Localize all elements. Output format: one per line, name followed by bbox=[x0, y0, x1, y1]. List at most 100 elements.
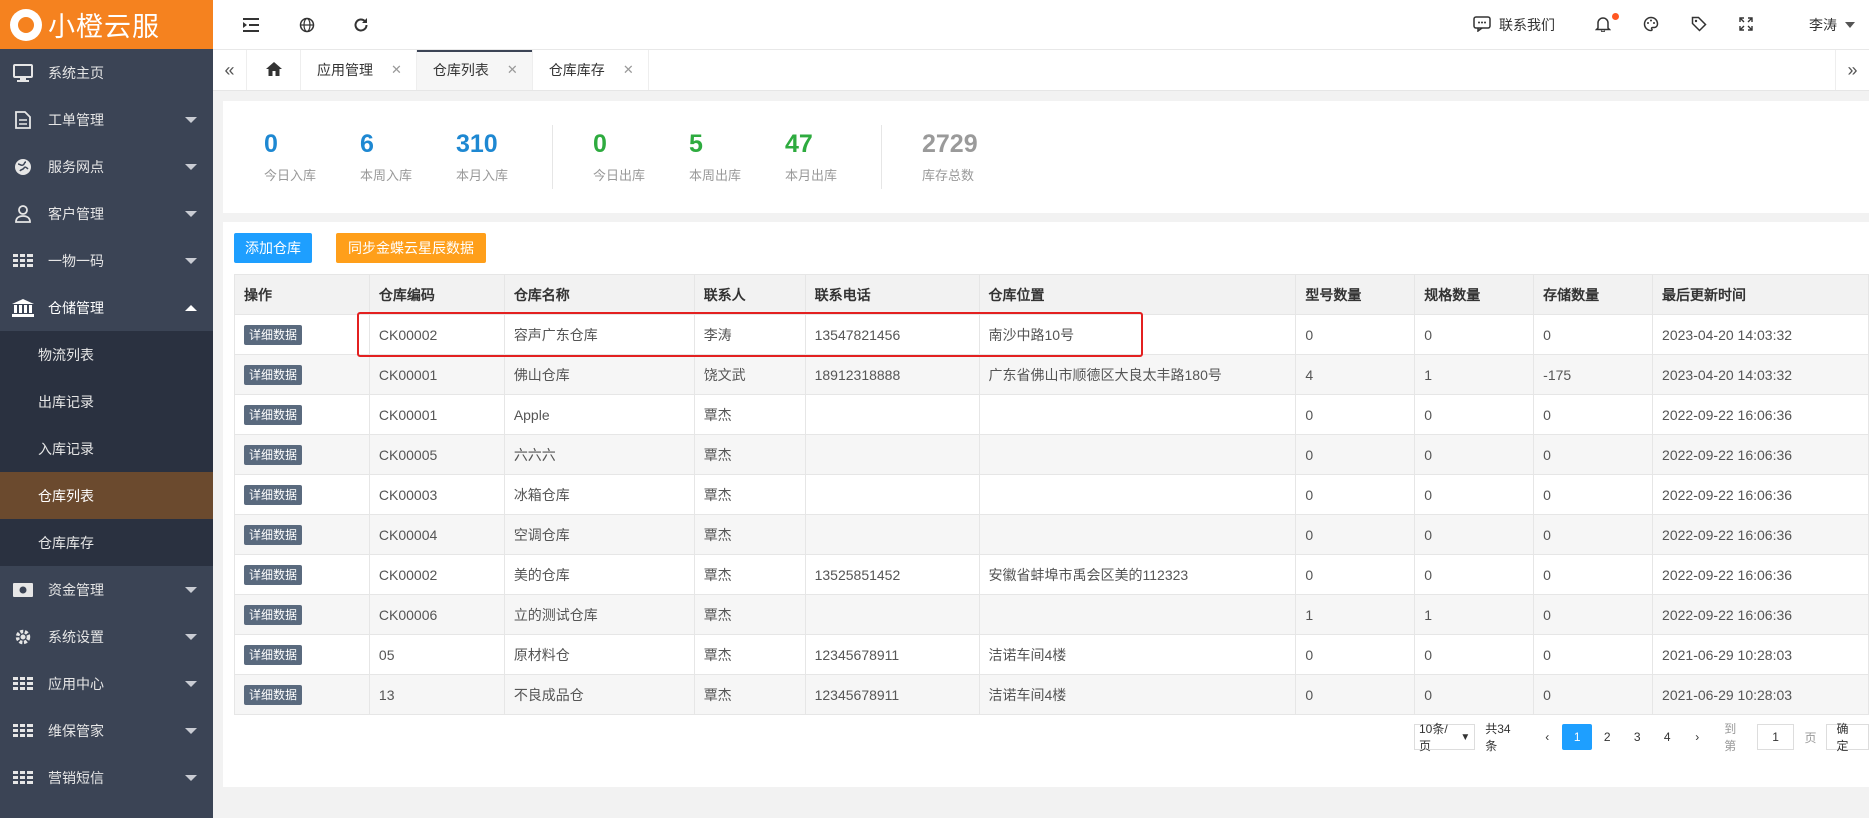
table-cell: 0 bbox=[1533, 314, 1654, 355]
refresh-icon[interactable] bbox=[351, 15, 371, 35]
brand-logo[interactable]: 小橙云服 bbox=[0, 0, 213, 49]
table-cell: Apple bbox=[503, 394, 695, 435]
notification-button[interactable] bbox=[1594, 12, 1619, 35]
table-cell: 12345678911 bbox=[804, 634, 980, 675]
table-cell: 容声广东仓库 bbox=[503, 314, 695, 355]
detail-data-button[interactable]: 详细数据 bbox=[244, 644, 303, 665]
user-icon bbox=[12, 204, 34, 223]
stat-value: 310 bbox=[456, 130, 498, 158]
theme-button[interactable] bbox=[1643, 16, 1659, 35]
close-icon[interactable]: ✕ bbox=[507, 62, 518, 78]
page-button-4[interactable]: 4 bbox=[1652, 724, 1682, 750]
fullscreen-button[interactable] bbox=[1739, 16, 1753, 34]
detail-data-button[interactable]: 详细数据 bbox=[244, 684, 303, 705]
table-cell bbox=[978, 474, 1297, 515]
table-cell: CK00005 bbox=[368, 434, 505, 475]
page-size-select[interactable]: 10条/页 ▼ bbox=[1414, 722, 1476, 753]
add-warehouse-button[interactable]: 添加仓库 bbox=[234, 233, 312, 263]
goto-page-input[interactable]: 1 bbox=[1756, 724, 1795, 750]
table-row: 详细数据 CK00002 美的仓库 覃杰 13525851452 安徽省蚌埠市禹会区美的1… bbox=[234, 554, 1869, 595]
tag-button[interactable] bbox=[1691, 16, 1707, 35]
tab-warehouse-stock[interactable]: 仓库库存 ✕ bbox=[533, 50, 649, 90]
submenu-item-logistics[interactable]: 物流列表 bbox=[0, 331, 213, 378]
table-cell: 0 bbox=[1533, 674, 1654, 715]
submenu-item-inbound[interactable]: 入库记录 bbox=[0, 425, 213, 472]
table-cell: CK00002 bbox=[368, 314, 505, 355]
submenu-item-outbound[interactable]: 出库记录 bbox=[0, 378, 213, 425]
detail-data-button[interactable]: 详细数据 bbox=[244, 444, 303, 465]
stat-value: 0 bbox=[593, 130, 607, 158]
sidebar-item-funds[interactable]: 资金管理 bbox=[0, 566, 213, 613]
detail-data-button[interactable]: 详细数据 bbox=[244, 404, 303, 425]
table-cell: 2022-09-22 16:06:36 bbox=[1652, 434, 1869, 475]
menu-collapse-icon[interactable] bbox=[241, 15, 261, 35]
table-cell: 佛山仓库 bbox=[503, 354, 695, 395]
sidebar-item-one-code[interactable]: 一物一码 bbox=[0, 237, 213, 284]
brand-name: 小橙云服 bbox=[48, 12, 160, 43]
tabs-scroll-left-button[interactable]: « bbox=[213, 50, 247, 90]
detail-data-button[interactable]: 详细数据 bbox=[244, 524, 303, 545]
goto-confirm-button[interactable]: 确定 bbox=[1826, 722, 1869, 753]
table-cell: 0 bbox=[1295, 474, 1416, 515]
sync-kingdee-button[interactable]: 同步金蝶云星辰数据 bbox=[336, 233, 486, 263]
sidebar-item-home[interactable]: 系统主页 bbox=[0, 49, 213, 96]
page-button-1[interactable]: 1 bbox=[1562, 724, 1593, 750]
sidebar-item-app-center[interactable]: 应用中心 bbox=[0, 660, 213, 707]
table-cell: 覃杰 bbox=[693, 674, 806, 715]
stat-value: 2729 bbox=[922, 130, 978, 158]
table-row: 详细数据 CK00001 佛山仓库 饶文武 18912318888 广东省佛山市顺德区大良… bbox=[234, 354, 1869, 395]
table-cell: 0 bbox=[1533, 634, 1654, 675]
detail-data-button[interactable]: 详细数据 bbox=[244, 364, 303, 385]
close-icon[interactable]: ✕ bbox=[623, 62, 634, 78]
detail-data-button[interactable]: 详细数据 bbox=[244, 484, 303, 505]
stat-label: 库存总数 bbox=[922, 168, 975, 183]
chevron-down-icon: ▼ bbox=[1460, 731, 1471, 743]
user-menu[interactable]: 李涛 bbox=[1809, 15, 1855, 35]
sidebar-item-label: 工单管理 bbox=[48, 111, 104, 128]
sidebar-item-maintenance[interactable]: 维保管家 bbox=[0, 707, 213, 754]
tab-app-management[interactable]: 应用管理 ✕ bbox=[301, 50, 417, 90]
submenu-item-warehouse-stock[interactable]: 仓库库存 bbox=[0, 519, 213, 566]
globe-icon[interactable] bbox=[297, 15, 317, 35]
page-button-2[interactable]: 2 bbox=[1592, 724, 1622, 750]
top-bar: 联系我们 李涛 bbox=[213, 0, 1869, 50]
table-cell: 0 bbox=[1533, 474, 1654, 515]
sidebar-item-warehouse[interactable]: 仓储管理 bbox=[0, 284, 213, 331]
sidebar-item-settings[interactable]: 系统设置 bbox=[0, 613, 213, 660]
table-cell: 覃杰 bbox=[693, 554, 806, 595]
column-header: 型号数量 bbox=[1295, 274, 1416, 315]
table-cell: 立的测试仓库 bbox=[503, 594, 695, 635]
column-header: 存储数量 bbox=[1533, 274, 1654, 315]
table-cell: CK00004 bbox=[368, 514, 505, 555]
table-cell: 4 bbox=[1295, 354, 1416, 395]
tab-warehouse-list[interactable]: 仓库列表 ✕ bbox=[416, 50, 533, 90]
tab-home[interactable] bbox=[247, 50, 301, 90]
table-cell: CK00002 bbox=[368, 554, 505, 595]
sidebar-item-service-points[interactable]: 服务网点 bbox=[0, 143, 213, 190]
sidebar-item-label: 客户管理 bbox=[48, 205, 104, 222]
contact-us-link[interactable]: 联系我们 bbox=[1473, 15, 1555, 35]
prev-page-button[interactable]: ‹ bbox=[1532, 724, 1562, 750]
tabs-scroll-right-button[interactable]: » bbox=[1835, 50, 1869, 90]
table-cell: 2022-09-22 16:06:36 bbox=[1652, 514, 1869, 555]
sidebar-item-customers[interactable]: 客户管理 bbox=[0, 190, 213, 237]
sidebar-item-workorder[interactable]: 工单管理 bbox=[0, 96, 213, 143]
detail-data-button[interactable]: 详细数据 bbox=[244, 324, 303, 345]
table-cell bbox=[804, 394, 980, 435]
column-header: 仓库位置 bbox=[978, 274, 1297, 315]
page-button-3[interactable]: 3 bbox=[1622, 724, 1652, 750]
table-cell bbox=[804, 474, 980, 515]
submenu-item-warehouse-list[interactable]: 仓库列表 bbox=[0, 472, 213, 519]
tab-label: 仓库库存 bbox=[548, 62, 605, 78]
detail-data-button[interactable]: 详细数据 bbox=[244, 604, 303, 625]
table-cell bbox=[978, 394, 1297, 435]
divider bbox=[552, 125, 553, 189]
next-page-button[interactable]: › bbox=[1682, 724, 1712, 750]
table-cell: 饶文武 bbox=[693, 354, 806, 395]
goto-label: 到第 bbox=[1724, 722, 1737, 753]
stat-total-stock: 2729 库存总数 bbox=[922, 129, 978, 184]
detail-data-button[interactable]: 详细数据 bbox=[244, 564, 303, 585]
action-cell: 详细数据 bbox=[234, 314, 370, 355]
sidebar-item-sms[interactable]: 营销短信 bbox=[0, 754, 213, 801]
close-icon[interactable]: ✕ bbox=[391, 62, 402, 78]
